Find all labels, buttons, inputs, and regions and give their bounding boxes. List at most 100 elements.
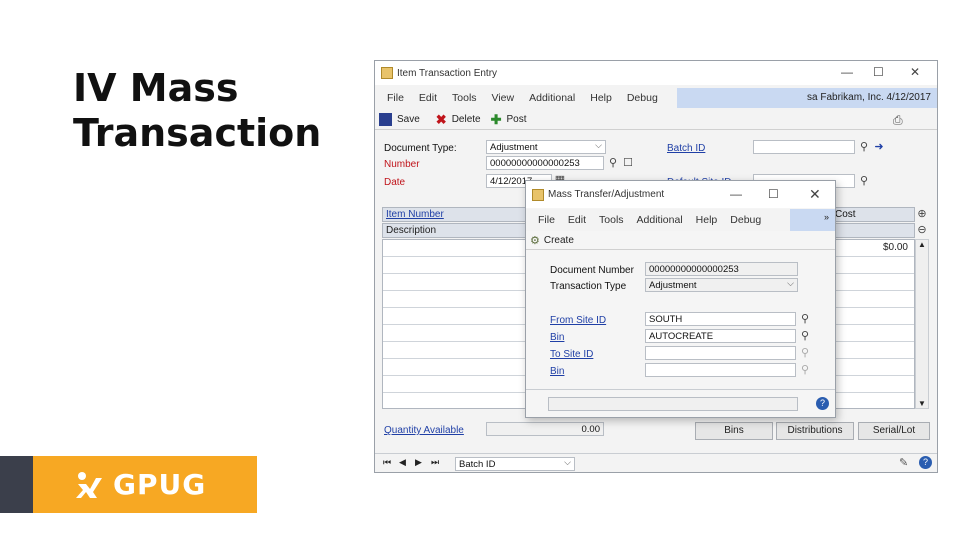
- dialog-toolbar: ⚙ Create: [526, 232, 835, 250]
- batch-id-field[interactable]: [753, 140, 855, 154]
- dialog-minimize-icon[interactable]: —: [730, 187, 742, 201]
- post-button[interactable]: Post: [507, 114, 527, 125]
- main-titlebar: Item Transaction Entry — ☐ ✕: [375, 61, 937, 85]
- number-lookup-icon[interactable]: ⚲: [606, 156, 620, 170]
- dialog-help-icon[interactable]: ?: [816, 397, 829, 410]
- number-label: Number: [384, 159, 420, 170]
- dialog-title: Mass Transfer/Adjustment: [548, 189, 665, 200]
- to-site-lookup-icon[interactable]: ⚲: [798, 346, 812, 360]
- dialog-menu-highlight: »: [790, 209, 835, 231]
- default-site-lookup-icon[interactable]: ⚲: [857, 174, 871, 188]
- menu-view[interactable]: View: [492, 92, 515, 104]
- note-icon[interactable]: ✎: [899, 456, 908, 469]
- item-number-column[interactable]: Item Number: [386, 209, 444, 220]
- navigation-bar: ⏮ ◀ ▶ ⏭ Batch ID ✎ ?: [375, 453, 937, 473]
- date-label: Date: [384, 177, 406, 188]
- to-bin-field[interactable]: [645, 363, 796, 377]
- from-site-link[interactable]: From Site ID: [550, 315, 606, 326]
- batch-lookup-icon[interactable]: ⚲: [857, 140, 871, 154]
- printer-icon[interactable]: ⎙: [893, 113, 903, 128]
- grid-scrollbar[interactable]: ▲ ▼: [915, 239, 929, 409]
- document-type-select[interactable]: Adjustment: [486, 140, 606, 154]
- dialog-status-bar: ?: [526, 389, 835, 417]
- dialog-menu-edit[interactable]: Edit: [568, 214, 586, 226]
- transaction-type-select[interactable]: Adjustment: [645, 278, 798, 292]
- from-bin-link[interactable]: Bin: [550, 332, 564, 343]
- menu-file[interactable]: File: [387, 92, 404, 104]
- minimize-icon[interactable]: —: [841, 65, 853, 79]
- serial-lot-button[interactable]: Serial/Lot: [858, 422, 930, 440]
- dialog-maximize-icon[interactable]: ☐: [768, 187, 779, 201]
- dialog-menubar: File Edit Tools Additional Help Debug: [526, 209, 835, 231]
- save-button[interactable]: Save: [397, 114, 420, 125]
- from-site-field[interactable]: SOUTH: [645, 312, 796, 326]
- document-type-label: Document Type:: [384, 143, 457, 154]
- menu-additional[interactable]: Additional: [529, 92, 575, 104]
- new-document-icon[interactable]: ☐: [621, 156, 635, 170]
- document-number-field: 00000000000000253: [645, 262, 798, 276]
- quantity-available-field: 0.00: [486, 422, 604, 436]
- dialog-menu-help[interactable]: Help: [696, 214, 718, 226]
- first-record-icon[interactable]: ⏮: [383, 457, 391, 468]
- description-column: Description: [386, 225, 437, 236]
- menu-tools[interactable]: Tools: [452, 92, 477, 104]
- logo-dark-block: [0, 456, 33, 513]
- batch-expand-icon[interactable]: ➜: [872, 140, 886, 154]
- post-icon[interactable]: ✚: [491, 112, 502, 128]
- mass-transfer-dialog: Mass Transfer/Adjustment — ☐ ✕ File Edit…: [525, 180, 836, 418]
- dialog-close-icon[interactable]: ✕: [809, 186, 821, 203]
- quantity-available-link[interactable]: Quantity Available: [384, 425, 464, 436]
- dialog-app-icon: [532, 188, 544, 201]
- menu-edit[interactable]: Edit: [419, 92, 437, 104]
- dialog-titlebar: Mass Transfer/Adjustment — ☐ ✕: [526, 181, 835, 208]
- user-info-bar: sa Fabrikam, Inc. 4/12/2017: [677, 88, 937, 108]
- maximize-icon[interactable]: ☐: [873, 65, 884, 79]
- cost-column: Cost: [835, 209, 856, 220]
- next-record-icon[interactable]: ▶: [415, 457, 422, 468]
- to-bin-link[interactable]: Bin: [550, 366, 564, 377]
- dialog-status-field: [548, 397, 798, 411]
- slide-title: IV Mass Transaction: [73, 66, 363, 156]
- to-site-field[interactable]: [645, 346, 796, 360]
- number-field[interactable]: 00000000000000253: [486, 156, 604, 170]
- main-window-title: Item Transaction Entry: [397, 67, 498, 79]
- scroll-down-icon[interactable]: ▼: [918, 399, 926, 408]
- gpug-logo-text: GPUG: [113, 468, 207, 501]
- grid-collapse-icon[interactable]: ⊖: [915, 223, 929, 237]
- user-info: sa Fabrikam, Inc. 4/12/2017: [807, 92, 931, 103]
- from-bin-lookup-icon[interactable]: ⚲: [798, 329, 812, 343]
- save-icon[interactable]: [379, 113, 392, 126]
- create-icon[interactable]: ⚙: [530, 234, 540, 247]
- previous-record-icon[interactable]: ◀: [399, 457, 406, 468]
- delete-button[interactable]: Delete: [452, 114, 481, 125]
- to-site-link[interactable]: To Site ID: [550, 349, 593, 360]
- transaction-type-label: Transaction Type: [550, 281, 627, 292]
- bins-button[interactable]: Bins: [695, 422, 773, 440]
- menu-debug[interactable]: Debug: [627, 92, 658, 104]
- dialog-menu-tools[interactable]: Tools: [599, 214, 624, 226]
- dialog-menu-additional[interactable]: Additional: [637, 214, 683, 226]
- sort-by-select[interactable]: Batch ID: [455, 457, 575, 471]
- help-icon[interactable]: ?: [919, 456, 932, 469]
- app-icon: [381, 67, 393, 79]
- from-bin-field[interactable]: AUTOCREATE: [645, 329, 796, 343]
- grid-expand-icon[interactable]: ⊕: [915, 207, 929, 221]
- delete-icon[interactable]: ✖: [436, 112, 447, 128]
- close-icon[interactable]: ✕: [910, 65, 920, 79]
- dialog-menu-file[interactable]: File: [538, 214, 555, 226]
- dialog-menu-debug[interactable]: Debug: [730, 214, 761, 226]
- first-row-cost: $0.00: [882, 242, 908, 253]
- gpug-mark-icon: [76, 471, 102, 498]
- batch-id-link[interactable]: Batch ID: [667, 143, 705, 154]
- to-bin-lookup-icon[interactable]: ⚲: [798, 363, 812, 377]
- gpug-logo: GPUG: [33, 456, 257, 513]
- last-record-icon[interactable]: ⏭: [431, 457, 439, 468]
- create-button[interactable]: Create: [544, 235, 574, 246]
- menu-help[interactable]: Help: [590, 92, 612, 104]
- slide-title-line1: IV Mass: [73, 66, 239, 110]
- document-number-label: Document Number: [550, 265, 634, 276]
- from-site-lookup-icon[interactable]: ⚲: [798, 312, 812, 326]
- main-toolbar: Save ✖ Delete ✚ Post ⎙: [375, 110, 937, 130]
- distributions-button[interactable]: Distributions: [776, 422, 854, 440]
- scroll-up-icon[interactable]: ▲: [918, 240, 926, 249]
